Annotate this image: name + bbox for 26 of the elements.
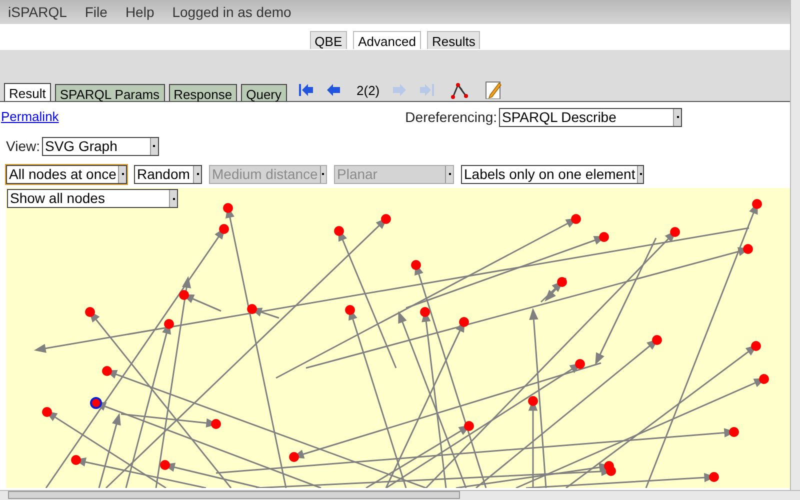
result-tab[interactable]: SPARQL Params bbox=[54, 84, 165, 101]
view-select[interactable]: SVG Graph bbox=[42, 136, 159, 156]
result-tab[interactable]: Result bbox=[4, 83, 51, 101]
dereferencing-select[interactable]: SPARQL Describe bbox=[499, 108, 682, 126]
horizontal-scrollbar[interactable] bbox=[0, 490, 800, 500]
mode-tab[interactable]: Results bbox=[426, 31, 480, 49]
login-status: Logged in as demo bbox=[172, 2, 292, 22]
layout-select[interactable]: Labels only on one element bbox=[461, 164, 644, 184]
vertical-scrollbar[interactable] bbox=[790, 0, 800, 490]
permalink[interactable]: Permalink bbox=[0, 107, 59, 127]
layout-select[interactable]: Random bbox=[134, 164, 202, 184]
result-tab[interactable]: Query bbox=[241, 84, 287, 101]
layout-select[interactable]: All nodes at once bbox=[6, 164, 127, 184]
menu-item[interactable]: iSPARQL bbox=[8, 2, 67, 22]
dereferencing-label: Dereferencing: bbox=[405, 108, 497, 127]
filter-select[interactable]: Show all nodes bbox=[7, 189, 178, 208]
menu-item[interactable]: Help bbox=[125, 2, 154, 22]
page-counter: 2(2) bbox=[356, 82, 380, 100]
graph-icon[interactable] bbox=[450, 81, 470, 99]
edit-note-icon[interactable] bbox=[484, 81, 504, 99]
menu-item[interactable]: File bbox=[84, 2, 108, 22]
result-tab[interactable]: Response bbox=[168, 84, 238, 101]
first-page-icon[interactable] bbox=[296, 81, 315, 99]
view-label: View: bbox=[6, 136, 40, 156]
mode-tab[interactable]: Advanced bbox=[353, 31, 421, 49]
mode-tab[interactable]: QBE bbox=[310, 31, 348, 49]
